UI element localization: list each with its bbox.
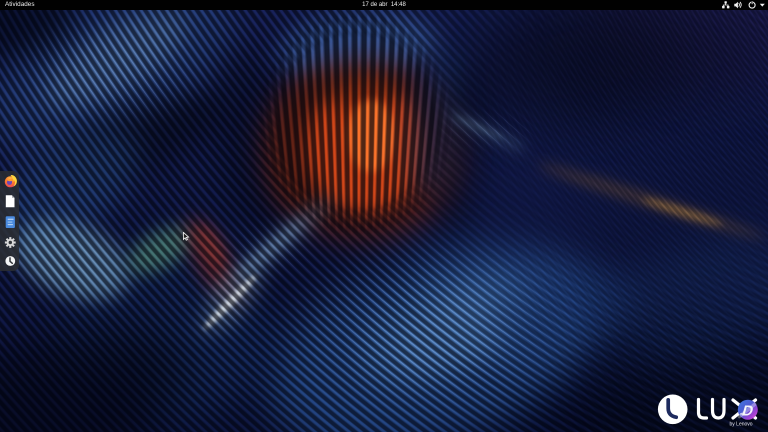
svg-text:by Lenovo: by Lenovo (730, 422, 753, 428)
